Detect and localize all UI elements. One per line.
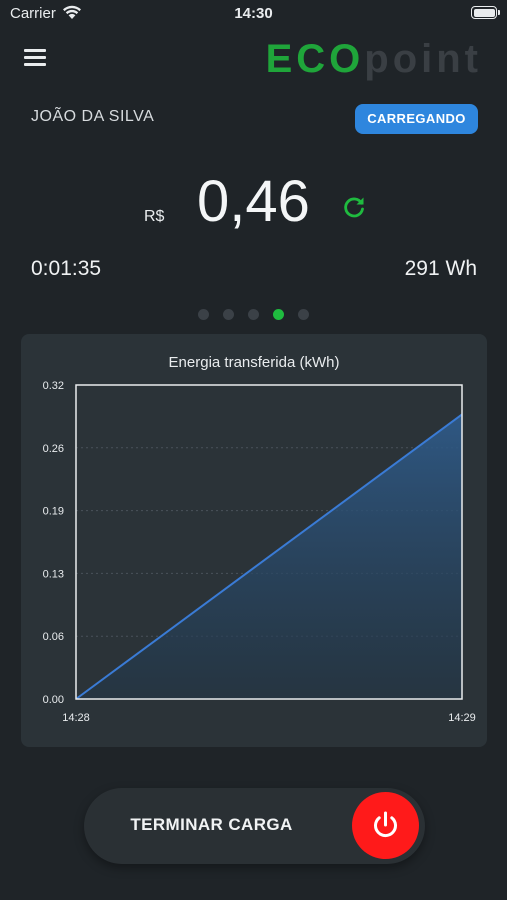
y-tick-label: 0.13 (43, 568, 64, 580)
energy-chart-card: Energia transferida (kWh) 0.32 0.26 0.19 0.… (21, 334, 487, 747)
hamburger-menu-icon[interactable] (24, 49, 46, 67)
page-dot[interactable] (223, 309, 234, 320)
price-value: 0,46 (197, 169, 310, 234)
elapsed-time: 0:01:35 (31, 257, 102, 280)
power-icon (374, 811, 397, 837)
battery-icon (471, 6, 500, 19)
logo-point: point (364, 37, 482, 81)
logo-eco: ECO (265, 37, 365, 81)
page-dot[interactable] (273, 309, 284, 320)
user-name: JOÃO DA SILVA (31, 108, 155, 125)
y-tick-label: 0.00 (43, 694, 64, 706)
energy-delivered: 291 Wh (404, 257, 477, 280)
page-dot[interactable] (248, 309, 259, 320)
page-dot[interactable] (198, 309, 209, 320)
y-tick-label: 0.26 (43, 443, 64, 455)
y-tick-label: 0.32 (43, 380, 64, 392)
energy-chart: 0.32 0.26 0.19 0.13 0.06 0.00 14:28 14:29 (43, 380, 476, 724)
status-badge: CARREGANDO (355, 104, 478, 134)
stop-charging-label: TERMINAR CARGA (130, 815, 293, 834)
power-button[interactable] (352, 792, 419, 859)
x-tick-label: 14:29 (448, 712, 476, 724)
y-tick-label: 0.19 (43, 506, 64, 518)
clock: 14:30 (234, 5, 273, 22)
page-indicator[interactable] (0, 309, 507, 321)
x-tick-label: 14:28 (62, 712, 90, 724)
refresh-icon[interactable] (341, 194, 367, 220)
y-tick-label: 0.06 (43, 631, 64, 643)
page-dot[interactable] (298, 309, 309, 320)
ecopoint-logo: ECOpoint (266, 36, 482, 82)
